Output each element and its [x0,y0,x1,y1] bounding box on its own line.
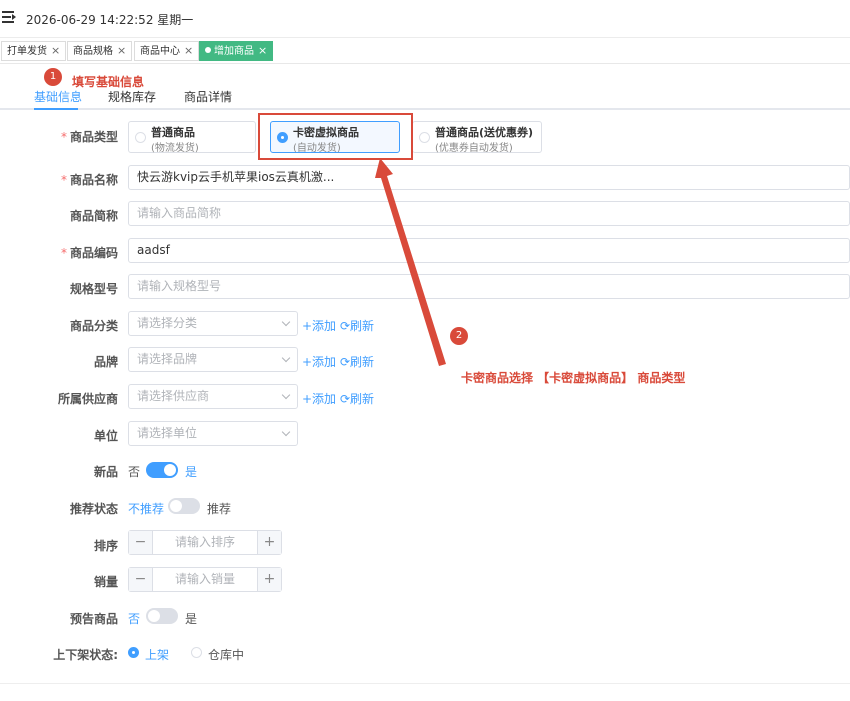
increment-button[interactable]: + [257,531,281,554]
tab-product-detail[interactable]: 商品详情 [184,88,232,105]
unit-label: 单位 [93,429,118,443]
step-tabs: 基础信息 规格库存 商品详情 [0,80,850,110]
option-sub: (优惠券自动发货) [435,143,513,154]
supplier-label: 所属供应商 [57,392,118,406]
step2-annotation: 卡密商品选择 【卡密虚拟商品】 商品类型 [461,371,686,385]
refresh-category-link[interactable]: ⟳刷新 [340,317,374,334]
new-product-switch[interactable] [146,462,178,478]
switch-knob [148,610,160,622]
chevron-down-icon [281,427,291,437]
sales-label: 销量 [93,575,118,589]
short-name-input[interactable]: 请输入商品简称 [128,201,850,226]
type-label: * 商品类型 [60,130,118,144]
sort-stepper[interactable]: − 请输入排序 + [128,530,282,555]
brand-label: 品牌 [93,355,118,369]
short-name-label: 商品简称 [69,209,118,223]
refresh-brand-link[interactable]: ⟳刷新 [340,353,374,370]
type-option-coupon[interactable]: 普通商品(送优惠券) (优惠券自动发货) [412,121,542,154]
active-tab-indicator [34,108,78,110]
recommend-label: 推荐状态 [69,502,118,516]
tag-label: 增加商品 [214,46,254,57]
sales-input[interactable]: 请输入销量 [153,568,257,591]
divider [0,683,850,684]
chevron-down-icon [281,390,291,400]
chevron-down-icon [281,317,291,327]
shelf-off-radio[interactable] [191,647,202,658]
select-placeholder: 请选择分类 [137,316,198,330]
add-category-link[interactable]: +添加 [302,317,336,334]
tag-print-ship[interactable]: 打单发货 × [1,41,67,61]
menu-toggle-icon[interactable] [2,10,16,24]
select-placeholder: 请选择单位 [137,426,198,440]
switch-knob [164,464,176,476]
step-badge-2: 2 [450,327,468,345]
sort-label: 排序 [93,539,118,553]
option-title: 普通商品(送优惠券) [435,126,534,139]
tag-label: 打单发货 [7,46,47,57]
code-label: * 商品编码 [60,246,118,260]
recommend-off-text: 不推荐 [128,502,165,516]
presale-off-text: 否 [128,612,141,626]
shelf-on-text: 上架 [145,648,170,662]
close-icon[interactable]: × [258,44,267,57]
shelf-on-radio[interactable] [128,647,139,658]
required-mark: * [60,246,67,260]
tag-product-spec[interactable]: 商品规格 × [67,41,133,61]
tag-product-center[interactable]: 商品中心 × [134,41,200,61]
product-name-input[interactable]: 快云游kvip云手机苹果ios云真机激... [128,165,850,190]
select-placeholder: 请选择品牌 [137,352,198,366]
refresh-supplier-link[interactable]: ⟳刷新 [340,390,374,407]
option-sub: (物流发货) [151,143,199,154]
tag-label: 商品中心 [140,46,180,57]
model-input[interactable]: 请输入规格型号 [128,274,850,299]
option-title: 普通商品 [151,126,195,139]
category-label: 商品分类 [69,319,118,333]
radio-icon [419,132,430,143]
type-option-normal[interactable]: 普通商品 (物流发货) [128,121,256,154]
product-code-input[interactable]: aadsf [128,238,850,263]
new-off-text: 否 [128,465,141,479]
new-on-text: 是 [185,465,198,479]
model-label: 规格型号 [69,282,118,296]
sales-stepper[interactable]: − 请输入销量 + [128,567,282,592]
tag-add-product[interactable]: 增加商品 × [199,41,274,61]
name-label: * 商品名称 [60,173,118,187]
datetime-display: 2026-06-29 14:22:52 星期一 [26,13,194,27]
required-mark: * [60,130,67,144]
chevron-down-icon [281,353,291,363]
sort-input[interactable]: 请输入排序 [153,531,257,554]
close-icon[interactable]: × [117,44,126,57]
shelf-label: 上下架状态: [53,648,118,662]
select-placeholder: 请选择供应商 [137,389,210,403]
supplier-select[interactable]: 请选择供应商 [128,384,298,409]
brand-select[interactable]: 请选择品牌 [128,347,298,372]
presale-switch[interactable] [146,608,178,624]
presale-on-text: 是 [185,612,198,626]
decrement-button[interactable]: − [129,531,153,554]
category-select[interactable]: 请选择分类 [128,311,298,336]
highlight-box [258,113,413,160]
tab-basic-info[interactable]: 基础信息 [34,88,82,105]
tag-bar: 打单发货 × 商品规格 × 商品中心 × 增加商品 × [0,38,850,64]
close-icon[interactable]: × [51,44,60,57]
recommend-switch[interactable] [168,498,200,514]
presale-label: 预告商品 [69,612,118,626]
add-brand-link[interactable]: +添加 [302,353,336,370]
switch-knob [170,500,182,512]
radio-icon [135,132,146,143]
close-icon[interactable]: × [184,44,193,57]
add-supplier-link[interactable]: +添加 [302,390,336,407]
increment-button[interactable]: + [257,568,281,591]
unit-select[interactable]: 请选择单位 [128,421,298,446]
decrement-button[interactable]: − [129,568,153,591]
required-mark: * [60,173,67,187]
top-bar: 2026-06-29 14:22:52 星期一 [0,0,850,38]
shelf-off-text: 仓库中 [208,648,245,662]
tab-spec-stock[interactable]: 规格库存 [108,88,156,105]
tag-label: 商品规格 [73,46,113,57]
recommend-on-text: 推荐 [207,502,232,516]
new-label: 新品 [93,465,118,479]
active-dot-icon [205,47,211,53]
